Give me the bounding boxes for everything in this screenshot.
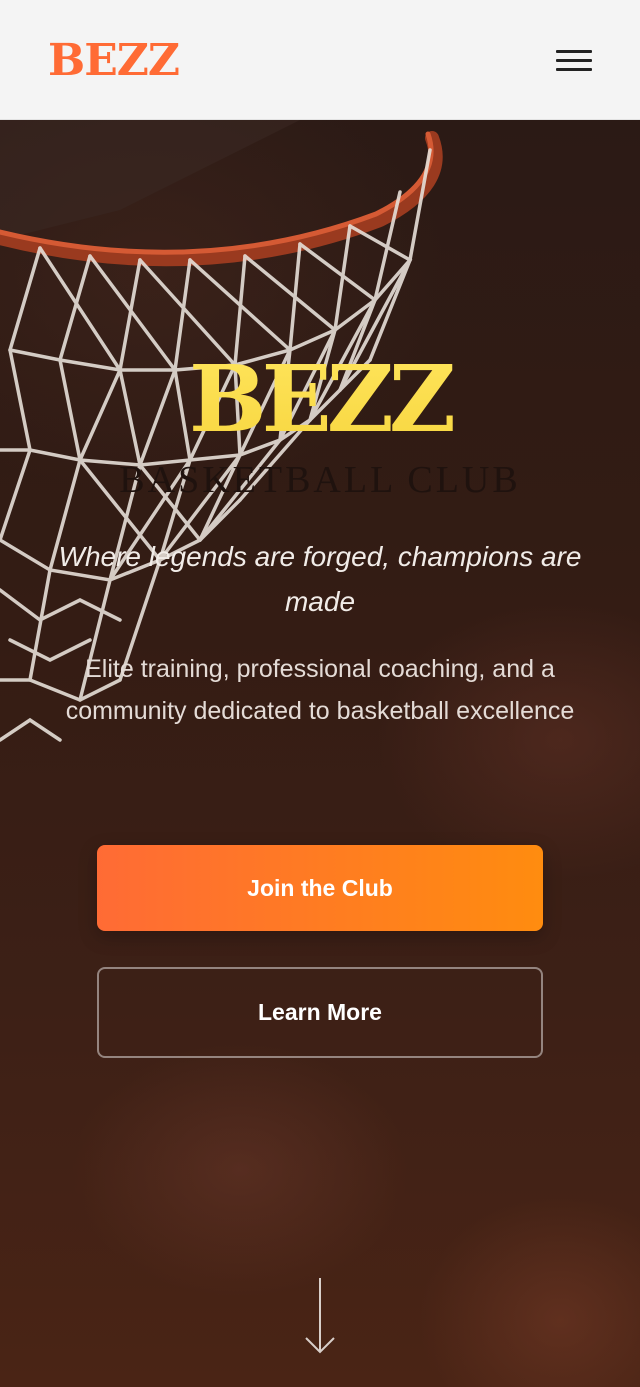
hero-subtitle: BASKETBALL CLUB	[119, 459, 521, 501]
hero-title: BEZZ	[0, 344, 640, 454]
logo[interactable]: BEZZ	[48, 36, 180, 86]
site-header: BEZZ	[0, 0, 640, 120]
hero-tagline: Where legends are forged, champions are …	[58, 541, 582, 617]
hero-section: BEZZ BASKETBALL CLUB Where legends are f…	[0, 120, 640, 1387]
arrow-down-icon[interactable]	[302, 1278, 338, 1358]
learn-more-button[interactable]: Learn More	[97, 967, 543, 1058]
menu-button[interactable]	[548, 44, 600, 76]
hero-description: Elite training, professional coaching, a…	[65, 655, 575, 725]
hamburger-menu-icon	[556, 50, 592, 53]
join-club-button[interactable]: Join the Club	[97, 845, 543, 931]
